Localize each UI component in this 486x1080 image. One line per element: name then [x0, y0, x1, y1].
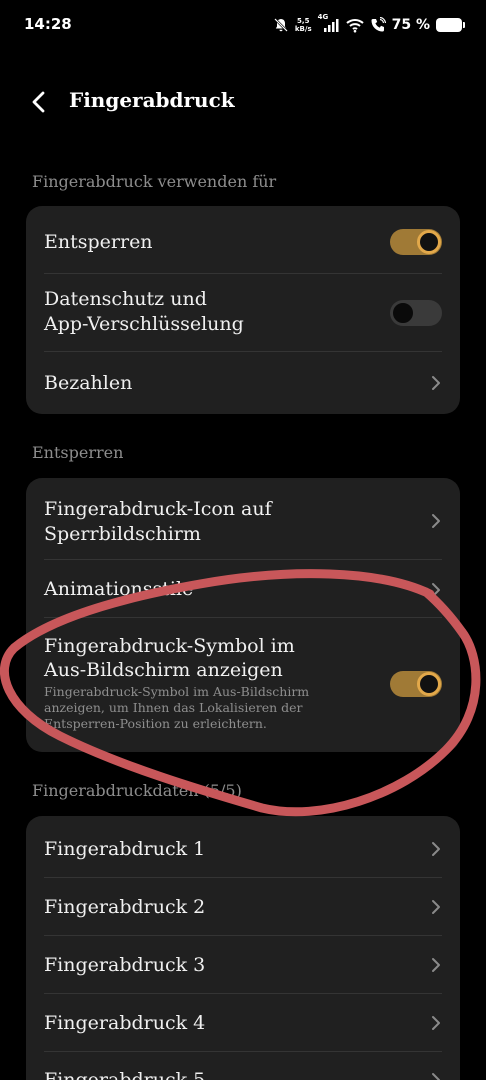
chevron-right-icon — [432, 514, 440, 528]
row-subtitle-line3: Entsperren-Position zu erleichtern. — [44, 716, 267, 731]
row-title: Fingerabdruck 2 — [44, 896, 206, 918]
row-unlock-toggle[interactable]: Entsperren — [26, 206, 460, 274]
chevron-right-icon — [432, 1016, 440, 1030]
row-fingerprint-4[interactable]: Fingerabdruck 4 — [26, 994, 460, 1052]
card-fingerprint-data: Fingerabdruck 1 Fingerabdruck 2 Fingerab… — [26, 816, 460, 1080]
chevron-right-icon — [432, 958, 440, 972]
row-title-line1: Fingerabdruck-Symbol im — [44, 635, 295, 657]
card-use-for: Entsperren Datenschutz und App-Verschlüs… — [26, 206, 460, 414]
section-label-use-for: Fingerabdruck verwenden für — [32, 172, 277, 191]
chevron-right-icon — [432, 1073, 440, 1080]
row-title-line2: App-Verschlüsselung — [44, 313, 244, 335]
row-title: Fingerabdruck 1 — [44, 838, 206, 860]
row-fingerprint-5[interactable]: Fingerabdruck 5 — [26, 1052, 460, 1080]
row-payment[interactable]: Bezahlen — [26, 352, 460, 414]
chevron-right-icon — [432, 900, 440, 914]
row-fingerprint-3[interactable]: Fingerabdruck 3 — [26, 936, 460, 994]
screen-off-icon-switch[interactable] — [390, 671, 442, 697]
row-title: Entsperren — [44, 231, 153, 253]
battery-percent: 75 % — [391, 17, 430, 33]
network-speed-unit: kB/s — [294, 25, 312, 33]
status-icons: 5,5 kB/s 4G 75 % — [273, 12, 465, 38]
row-show-icon-screen-off[interactable]: Fingerabdruck-Symbol im Aus-Bildschirm a… — [26, 618, 460, 752]
volte-call-icon — [371, 17, 386, 32]
switch-knob — [417, 230, 441, 254]
battery-icon — [436, 18, 465, 32]
row-title: Bezahlen — [44, 372, 133, 394]
unlock-switch[interactable] — [390, 229, 442, 255]
row-title-line2: Sperrbildschirm — [44, 523, 201, 545]
row-title-line2: Aus-Bildschirm anzeigen — [44, 659, 283, 681]
switch-knob — [391, 301, 415, 325]
row-fingerprint-2[interactable]: Fingerabdruck 2 — [26, 878, 460, 936]
row-lockscreen-icon[interactable]: Fingerabdruck-Icon auf Sperrbildschirm — [26, 478, 460, 560]
row-title-line1: Fingerabdruck-Icon auf — [44, 498, 272, 520]
row-fingerprint-1[interactable]: Fingerabdruck 1 — [26, 816, 460, 878]
section-label-fingerprint-data: Fingerabdruckdaten (5/5) — [32, 781, 242, 800]
status-time: 14:28 — [24, 15, 72, 33]
row-animation-styles[interactable]: Animationsstile — [26, 560, 460, 618]
row-title: Animationsstile — [44, 578, 194, 600]
wifi-icon — [345, 19, 364, 33]
network-speed: 5,5 kB/s — [295, 17, 312, 33]
row-subtitle-line2: anzeigen, um Ihnen das Lokalisieren der — [44, 700, 303, 715]
chevron-right-icon — [432, 583, 440, 597]
chevron-right-icon — [432, 376, 440, 390]
network-speed-value: 5,5 — [297, 17, 310, 25]
cellular-signal: 4G — [318, 13, 340, 33]
row-subtitle-line1: Fingerabdruck-Symbol im Aus-Bildschirm — [44, 684, 310, 699]
privacy-encryption-switch[interactable] — [390, 300, 442, 326]
signal-bars-icon — [323, 19, 339, 32]
status-bar: 14:28 5,5 kB/s 4G 75 % — [0, 0, 486, 50]
row-title: Fingerabdruck 5 — [44, 1069, 206, 1080]
back-button[interactable] — [26, 88, 54, 116]
page-title: Fingerabdruck — [69, 88, 235, 112]
chevron-right-icon — [432, 842, 440, 856]
row-title: Fingerabdruck 3 — [44, 954, 206, 976]
switch-knob — [417, 672, 441, 696]
card-unlock: Fingerabdruck-Icon auf Sperrbildschirm A… — [26, 478, 460, 752]
section-label-unlock: Entsperren — [32, 443, 124, 462]
row-privacy-encryption[interactable]: Datenschutz und App-Verschlüsselung — [26, 274, 460, 352]
back-arrow-icon — [32, 91, 45, 113]
row-title-line1: Datenschutz und — [44, 288, 207, 310]
app-bar: Fingerabdruck — [0, 80, 486, 122]
row-title: Fingerabdruck 4 — [44, 1012, 206, 1034]
notifications-muted-icon — [274, 18, 288, 32]
